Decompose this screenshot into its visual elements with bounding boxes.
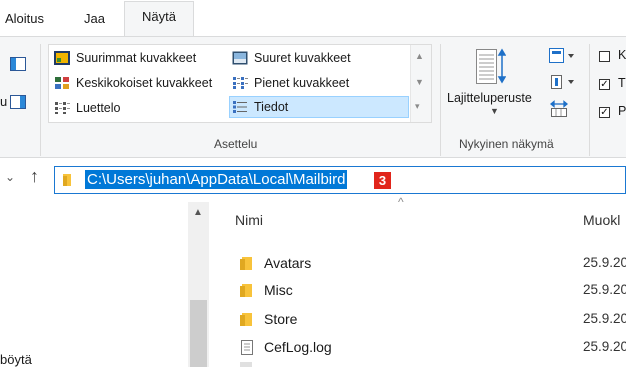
add-columns-icon[interactable] — [549, 74, 575, 90]
tab-view[interactable]: Näytä — [124, 1, 194, 37]
layout-gallery-scroll[interactable]: ▲ ▼ ▾ — [410, 45, 431, 122]
folder-icon — [240, 257, 252, 270]
folder-icon — [240, 284, 252, 297]
file-date: 25.9.20 — [583, 339, 626, 354]
layout-extra-large-icons[interactable]: Suurimmat kuvakkeet — [54, 48, 196, 68]
address-path-text[interactable]: C:\Users\juhan\AppData\Local\Mailbird — [85, 170, 348, 189]
scrollbar-thumb[interactable] — [190, 300, 207, 367]
document-file-icon — [241, 340, 253, 355]
file-date: 25.9.20 — [583, 282, 626, 297]
file-name: CefLog.log — [264, 339, 332, 355]
file-date: 25.9.20 — [583, 311, 626, 326]
details-view-icon — [233, 101, 247, 113]
column-header-modified[interactable]: Muokl — [583, 212, 620, 228]
layout-list[interactable]: Luettelo — [54, 98, 120, 118]
item-checkbox[interactable] — [599, 51, 610, 62]
checkbox-partial-label: P — [618, 104, 626, 118]
nav-item-partial-label[interactable]: böytä — [0, 352, 32, 367]
navigation-pane-icon[interactable] — [10, 57, 26, 71]
file-extensions-checkbox[interactable]: ✓ — [599, 79, 610, 90]
layout-label: Luettelo — [76, 101, 121, 115]
file-row[interactable]: CefLog.log 25.9.20 — [238, 334, 626, 360]
column-header-name[interactable]: Nimi — [235, 212, 263, 228]
layout-label: Suuret kuvakkeet — [254, 51, 351, 65]
group-label-current-view: Nykyinen näkymä — [459, 137, 554, 151]
file-name: Store — [264, 311, 298, 327]
file-row[interactable]: Store 25.9.20 — [238, 306, 626, 332]
layout-label: Suurimmat kuvakkeet — [76, 51, 197, 65]
details-pane-icon[interactable] — [10, 95, 26, 109]
tab-home[interactable]: Aloitus — [5, 8, 44, 30]
medium-icons-icon — [55, 77, 69, 89]
layout-label: Keskikokoiset kuvakkeet — [76, 76, 213, 90]
up-arrow-icon[interactable]: ↑ — [30, 166, 39, 187]
layout-small-icons[interactable]: Pienet kuvakkeet — [232, 73, 349, 93]
navigation-pane — [0, 202, 209, 367]
list-view-icon — [55, 102, 70, 114]
sort-by-icon[interactable] — [476, 47, 507, 87]
sort-ascending-icon: ^ — [398, 195, 404, 209]
ribbon-separator — [40, 44, 41, 156]
scroll-up-icon[interactable]: ▲ — [193, 207, 203, 218]
sort-by-dropdown-icon[interactable]: ▼ — [490, 106, 499, 116]
file-row[interactable]: Misc 25.9.20 — [238, 277, 626, 303]
layout-medium-icons[interactable]: Keskikokoiset kuvakkeet — [54, 73, 212, 93]
file-name: Avatars — [264, 255, 312, 271]
group-label-layout: Asettelu — [214, 137, 258, 151]
gallery-more-icon[interactable]: ▾ — [415, 101, 420, 112]
next-row-icon-partial — [240, 362, 252, 367]
folder-icon — [62, 173, 76, 187]
size-columns-icon[interactable] — [549, 100, 569, 118]
recent-locations-chevron-icon[interactable]: ⌄ — [5, 170, 15, 184]
group-by-icon[interactable] — [549, 48, 575, 64]
file-date: 25.9.20 — [583, 255, 626, 270]
extra-large-icons-icon — [54, 51, 70, 65]
layout-label: Pienet kuvakkeet — [254, 76, 350, 90]
checkbox-partial-label: K — [618, 48, 626, 62]
gallery-down-icon[interactable]: ▼ — [415, 77, 424, 87]
layout-details[interactable]: Tiedot — [232, 97, 288, 117]
checkbox-partial-label: T — [618, 76, 626, 90]
file-row[interactable]: Avatars 25.9.20 — [238, 250, 626, 276]
folder-icon — [240, 313, 252, 326]
layout-large-icons[interactable]: Suuret kuvakkeet — [232, 48, 351, 68]
hidden-items-checkbox[interactable]: ✓ — [599, 107, 610, 118]
sort-by-button[interactable]: Lajitteluperuste — [447, 91, 532, 105]
large-icons-icon — [232, 51, 248, 65]
ribbon-separator — [440, 44, 441, 156]
details-pane-partial-label: u — [0, 94, 8, 109]
small-icons-icon — [233, 77, 248, 89]
gallery-up-icon[interactable]: ▲ — [415, 51, 424, 61]
annotation-marker: 3 — [374, 172, 391, 189]
layout-label: Tiedot — [254, 100, 289, 114]
ribbon-separator — [589, 44, 590, 156]
file-name: Misc — [264, 282, 293, 298]
tab-share[interactable]: Jaa — [84, 8, 105, 30]
